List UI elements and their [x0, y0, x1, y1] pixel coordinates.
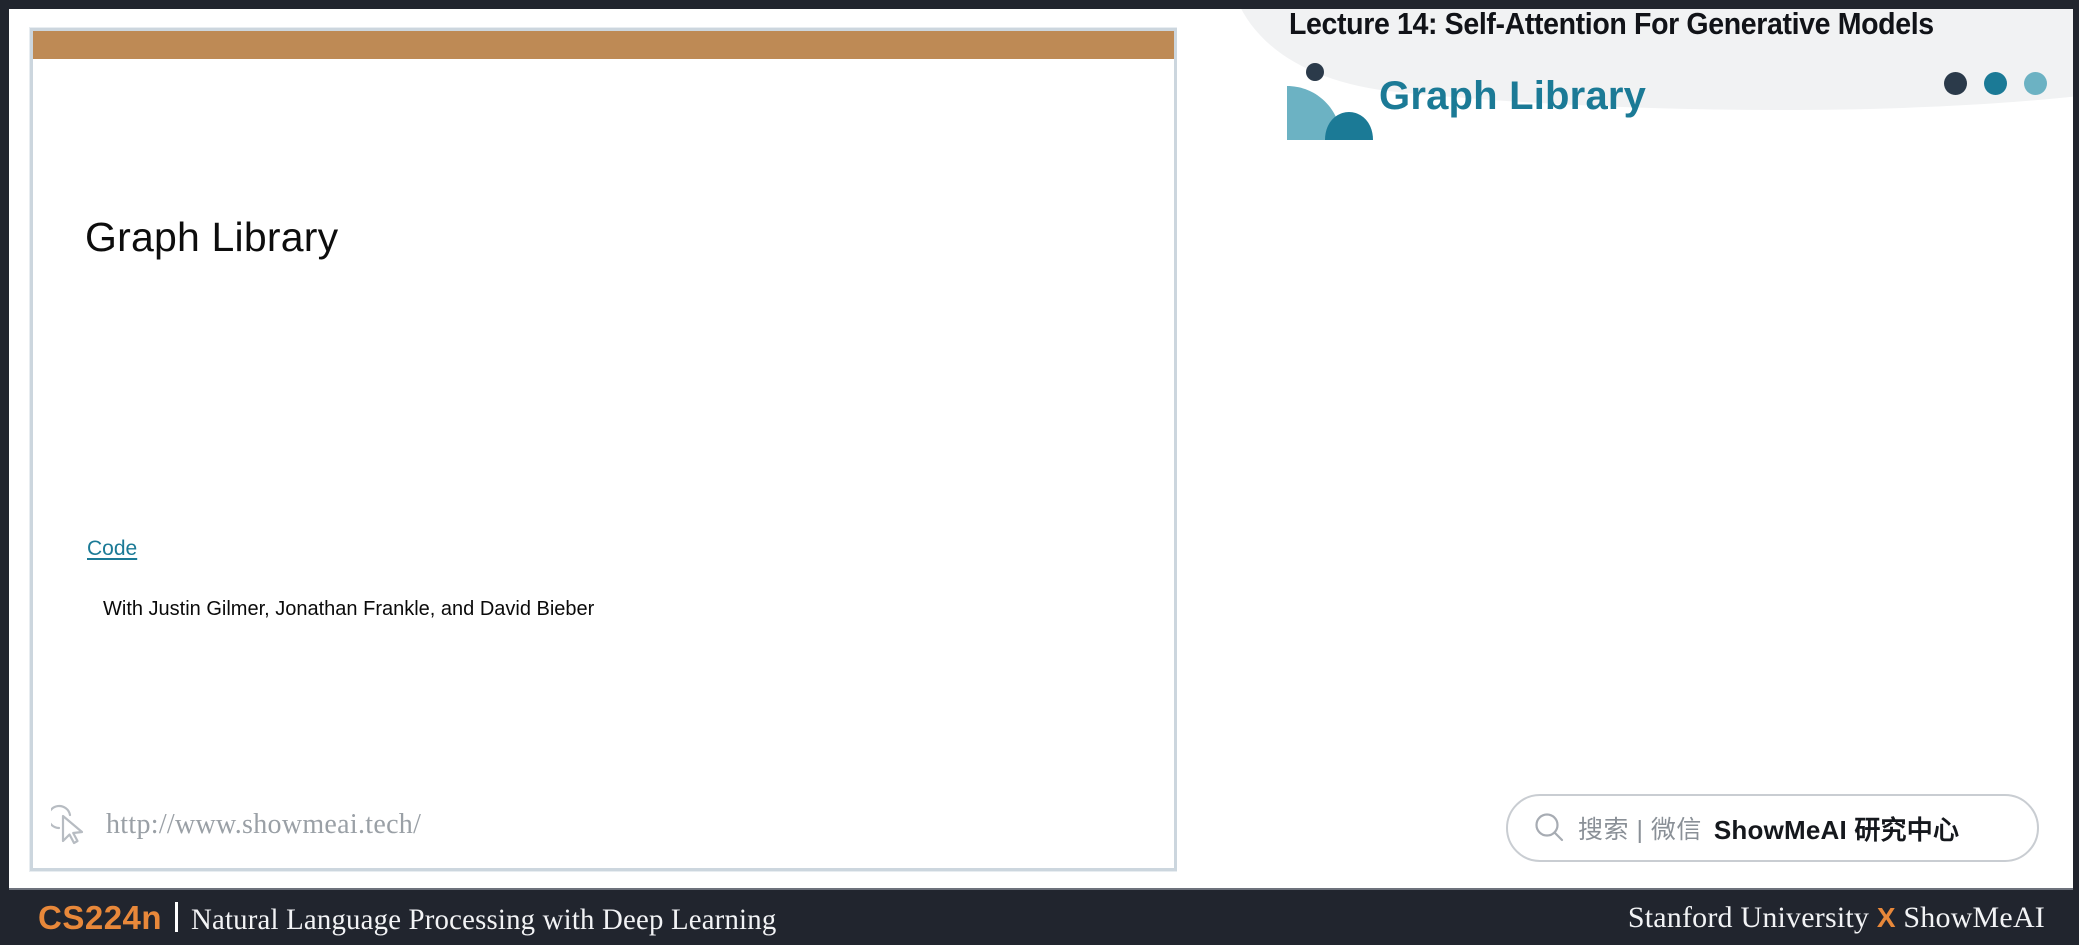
dot-light-teal: [2024, 72, 2047, 95]
graph-library-logo-icon: [1287, 63, 1373, 140]
header-dots: [1944, 72, 2047, 95]
footer-divider: [175, 901, 179, 932]
cursor-icon: [51, 804, 84, 845]
window-right-edge: [2073, 0, 2079, 945]
footer-bar: CS224n Natural Language Processing with …: [0, 888, 2079, 945]
code-link[interactable]: Code: [87, 537, 137, 561]
search-brand-label: ShowMeAI 研究中心: [1713, 814, 1960, 845]
lecture-title: Lecture 14: Self-Attention For Generativ…: [1289, 6, 1934, 41]
right-panel: Lecture 14: Self-Attention For Generativ…: [1177, 0, 2079, 888]
search-placeholder: 搜索 | 微信: [1578, 816, 1702, 844]
graph-library-logo: Graph Library: [1281, 62, 1741, 144]
dot-teal: [1984, 72, 2007, 95]
slide-title: Graph Library: [85, 214, 339, 260]
window-left-edge: [0, 0, 9, 945]
slide-credits: With Justin Gilmer, Jonathan Frankle, an…: [103, 598, 595, 620]
footer-course-subtitle: Natural Language Processing with Deep Le…: [191, 902, 777, 936]
search-bar[interactable]: 搜索 | 微信 ShowMeAI 研究中心: [1506, 794, 2039, 862]
dot-navy: [1944, 72, 1967, 95]
search-icon: [1535, 813, 1564, 842]
footer-left-group: CS224n Natural Language Processing with …: [38, 899, 801, 937]
watermark-url: http://www.showmeai.tech/: [106, 809, 422, 840]
stage: Graph Library Code With Justin Gilmer, J…: [0, 0, 2079, 888]
slide-body: Graph Library Code With Justin Gilmer, J…: [33, 59, 1174, 868]
footer-brand: ShowMeAI: [1895, 900, 2045, 934]
watermark: http://www.showmeai.tech/: [51, 804, 421, 846]
graph-library-wordmark: Graph Library: [1379, 74, 1647, 118]
window-top-edge: [0, 0, 2079, 9]
footer-right-group: Stanford University X ShowMeAI: [1628, 901, 2045, 935]
footer-course-code: CS224n: [38, 898, 163, 936]
slide-accent-bar: [33, 31, 1174, 59]
footer-university: Stanford University: [1627, 900, 1877, 934]
slide-frame: Graph Library Code With Justin Gilmer, J…: [30, 28, 1177, 871]
footer-x-mark: X: [1876, 901, 1896, 933]
